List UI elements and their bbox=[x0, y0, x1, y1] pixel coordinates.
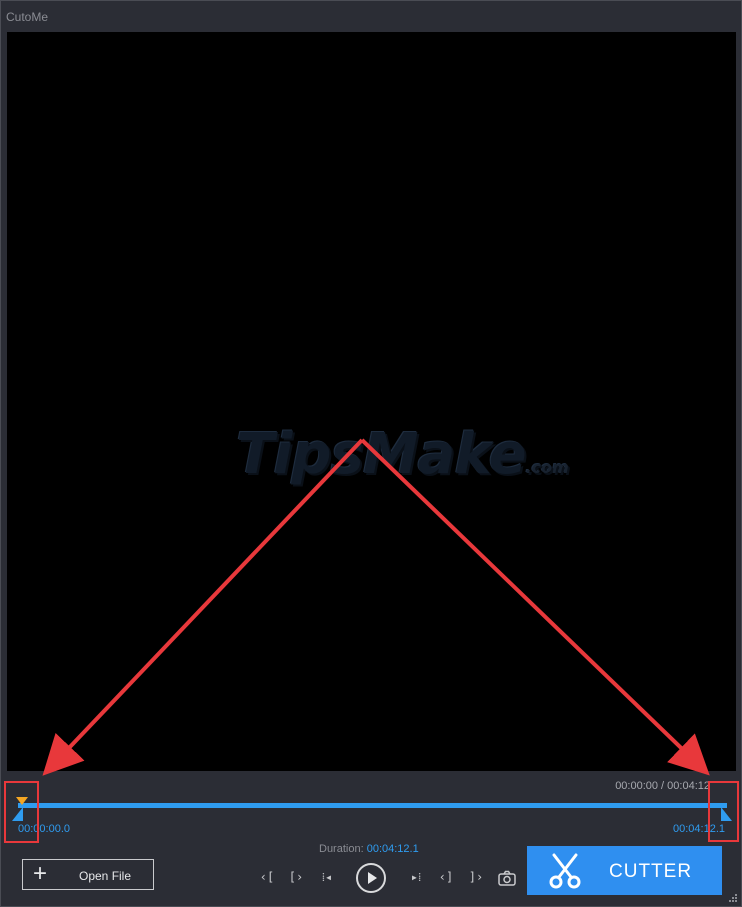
window-title: CutoMe bbox=[6, 10, 49, 24]
app-window: CutoMe TipsMake.com 00:00:00 / 00:04:12 … bbox=[0, 0, 742, 907]
video-preview[interactable]: TipsMake.com bbox=[7, 32, 736, 771]
watermark-suffix: .com bbox=[525, 458, 569, 477]
set-start-mark-button[interactable]: [› bbox=[288, 867, 304, 887]
watermark-brand: TipsMake bbox=[236, 422, 527, 487]
title-bar[interactable]: CutoMe bbox=[1, 1, 741, 31]
scissors-icon bbox=[549, 853, 581, 889]
tipsmake-watermark: TipsMake.com bbox=[236, 422, 569, 487]
set-end-mark-button[interactable]: ‹] bbox=[438, 867, 454, 887]
annotation-box-right bbox=[708, 781, 739, 842]
next-frame-button[interactable]: ▸⁞ bbox=[408, 867, 424, 887]
open-file-label: Open File bbox=[79, 869, 132, 883]
cutter-label: CUTTER bbox=[609, 861, 693, 882]
camera-icon[interactable] bbox=[498, 870, 516, 886]
cutter-button[interactable]: CUTTER bbox=[527, 846, 722, 895]
jump-to-end-mark-button[interactable]: ]› bbox=[468, 867, 484, 887]
timeline-track[interactable] bbox=[18, 803, 727, 808]
annotation-box-left bbox=[4, 781, 39, 843]
duration-value: 00:04:12.1 bbox=[366, 843, 419, 855]
jump-to-start-mark-button[interactable]: ‹[ bbox=[259, 867, 275, 887]
prev-frame-button[interactable]: ⁞◂ bbox=[319, 867, 335, 887]
plus-icon: + bbox=[33, 860, 48, 887]
play-button[interactable] bbox=[356, 863, 386, 893]
open-file-button[interactable]: + Open File bbox=[22, 859, 154, 890]
current-timecode: 00:00:00 / 00:04:12 bbox=[615, 780, 710, 792]
duration-label: Duration: bbox=[319, 843, 364, 855]
resize-grip-icon[interactable] bbox=[728, 893, 738, 903]
duration-readout: Duration: 00:04:12.1 bbox=[319, 843, 419, 855]
